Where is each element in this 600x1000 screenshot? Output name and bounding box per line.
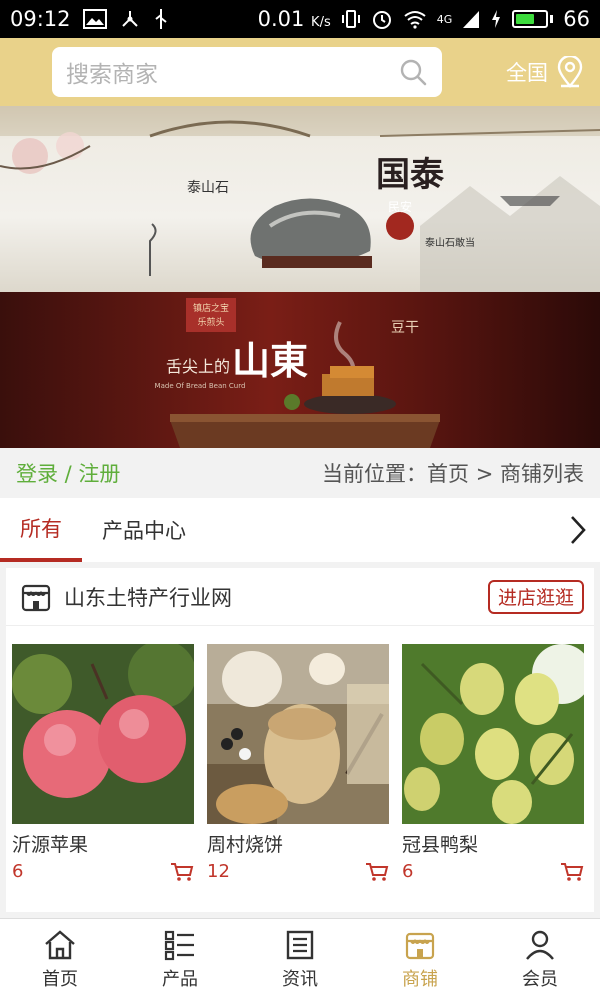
- usb-icon: [154, 9, 167, 29]
- product-card[interactable]: 沂源苹果 6: [12, 644, 194, 882]
- badge-line2: 乐煎头: [197, 316, 224, 328]
- tofu-scene: 镇店之宝 乐煎头 舌尖上的 山東 Made Of Bread Bean Curd…: [155, 298, 440, 448]
- nav-label: 首页: [42, 968, 78, 990]
- seal-small-text: 民安: [388, 199, 412, 214]
- seal-big-text: 国泰: [376, 155, 445, 195]
- battery-level: 66: [563, 7, 590, 31]
- product-image-pears[interactable]: [402, 644, 584, 824]
- nav-news[interactable]: 资讯: [240, 919, 360, 1000]
- user-icon: [526, 930, 554, 960]
- region-label: 全国: [506, 61, 548, 85]
- battery-icon: [512, 10, 554, 28]
- shop-icon: [405, 932, 435, 959]
- nav-label: 资讯: [282, 968, 318, 990]
- product-name[interactable]: 沂源苹果: [12, 830, 194, 857]
- shop-icon: [21, 584, 51, 611]
- product-name[interactable]: 周村烧饼: [207, 830, 389, 857]
- tab-label: 所有: [20, 517, 62, 541]
- tofu-side-text: 豆干: [391, 320, 419, 336]
- nav-label: 产品: [162, 968, 198, 990]
- product-card[interactable]: 周村烧饼 12: [207, 644, 389, 882]
- product-price: 6: [402, 861, 414, 882]
- alarm-icon: [372, 11, 391, 29]
- breadcrumb: 当前位置：首页 > 商铺列表: [322, 462, 584, 486]
- charging-icon: [492, 10, 501, 28]
- wifi-icon: [404, 11, 426, 29]
- top-bar: 搜索商家 全国: [0, 38, 600, 106]
- headline-small: 舌尖上的: [166, 357, 230, 376]
- banner-slide-taishan-stone: 民安 国泰 泰山石 泰山石敢当: [0, 106, 600, 292]
- product-price: 6: [12, 861, 24, 882]
- location-pin-icon: [557, 56, 583, 88]
- nav-label: 商铺: [402, 968, 438, 990]
- vibrate-icon: [341, 10, 360, 28]
- home-icon: [45, 929, 75, 959]
- stone-side-text: 泰山石敢当: [425, 236, 475, 249]
- promo-banner[interactable]: 民安 国泰 泰山石 泰山石敢当 镇店之宝 乐煎头 舌尖上的 山東 Made Of…: [0, 106, 600, 448]
- tab-all[interactable]: 所有: [0, 498, 82, 562]
- clock: 09:12: [10, 7, 71, 31]
- cart-icon[interactable]: [560, 862, 584, 882]
- search-icon[interactable]: [398, 57, 428, 87]
- shop-card: 山东土特产行业网 进店逛逛 沂源苹果 6 周村烧饼 12 冠县鸭梨 6: [6, 568, 594, 912]
- visit-shop-button[interactable]: 进店逛逛: [487, 579, 584, 614]
- cart-icon[interactable]: [365, 862, 389, 882]
- product-image-apples[interactable]: [12, 644, 194, 824]
- taishan-scene: 民安 国泰 泰山石 泰山石敢当: [0, 106, 600, 292]
- net-speed: 0.01 K/s: [257, 7, 331, 31]
- product-card[interactable]: 冠县鸭梨 6: [402, 644, 584, 882]
- tabs-more-button[interactable]: [568, 498, 600, 562]
- banner-slide-shandong-tofu: 镇店之宝 乐煎头 舌尖上的 山東 Made Of Bread Bean Curd…: [0, 292, 600, 448]
- region-selector[interactable]: 全国: [506, 56, 584, 88]
- shop-header: 山东土特产行业网 进店逛逛: [6, 568, 594, 626]
- nav-home[interactable]: 首页: [0, 919, 120, 1000]
- product-image-crackers[interactable]: [207, 644, 389, 824]
- product-name[interactable]: 冠县鸭梨: [402, 830, 584, 857]
- usb-tether-icon: [121, 11, 138, 27]
- signal-icon: [463, 11, 480, 28]
- login-register-link[interactable]: 登录 / 注册: [16, 458, 120, 488]
- product-price: 12: [207, 861, 230, 882]
- cart-icon[interactable]: [170, 862, 194, 882]
- tab-label: 产品中心: [102, 519, 186, 543]
- news-icon: [286, 930, 314, 959]
- status-bar: 09:12 0.01 K/s 4G 66: [0, 0, 600, 38]
- category-tabs: 所有 产品中心: [0, 498, 600, 562]
- nav-products[interactable]: 产品: [120, 919, 240, 1000]
- nav-shops[interactable]: 商铺: [360, 919, 480, 1000]
- search-input[interactable]: 搜索商家: [52, 47, 442, 97]
- product-list: 沂源苹果 6 周村烧饼 12 冠县鸭梨 6: [6, 626, 594, 882]
- list-icon: [164, 930, 194, 960]
- crumb-bar: 登录 / 注册 当前位置：首页 > 商铺列表: [0, 448, 600, 498]
- chevron-right-icon: [571, 516, 586, 544]
- stone-title: 泰山石: [187, 180, 229, 196]
- headline-subtitle: Made Of Bread Bean Curd: [155, 382, 246, 390]
- bottom-nav: 首页 产品 资讯 商铺 会员: [0, 918, 600, 1000]
- badge-line1: 镇店之宝: [193, 302, 229, 314]
- signal-type: 4G: [436, 12, 453, 26]
- tab-product-center[interactable]: 产品中心: [82, 498, 206, 562]
- nav-label: 会员: [522, 968, 558, 990]
- nav-member[interactable]: 会员: [480, 919, 600, 1000]
- headline-big: 山東: [232, 338, 308, 383]
- search-placeholder: 搜索商家: [66, 62, 158, 88]
- image-icon: [82, 9, 107, 29]
- shop-name[interactable]: 山东土特产行业网: [64, 582, 232, 612]
